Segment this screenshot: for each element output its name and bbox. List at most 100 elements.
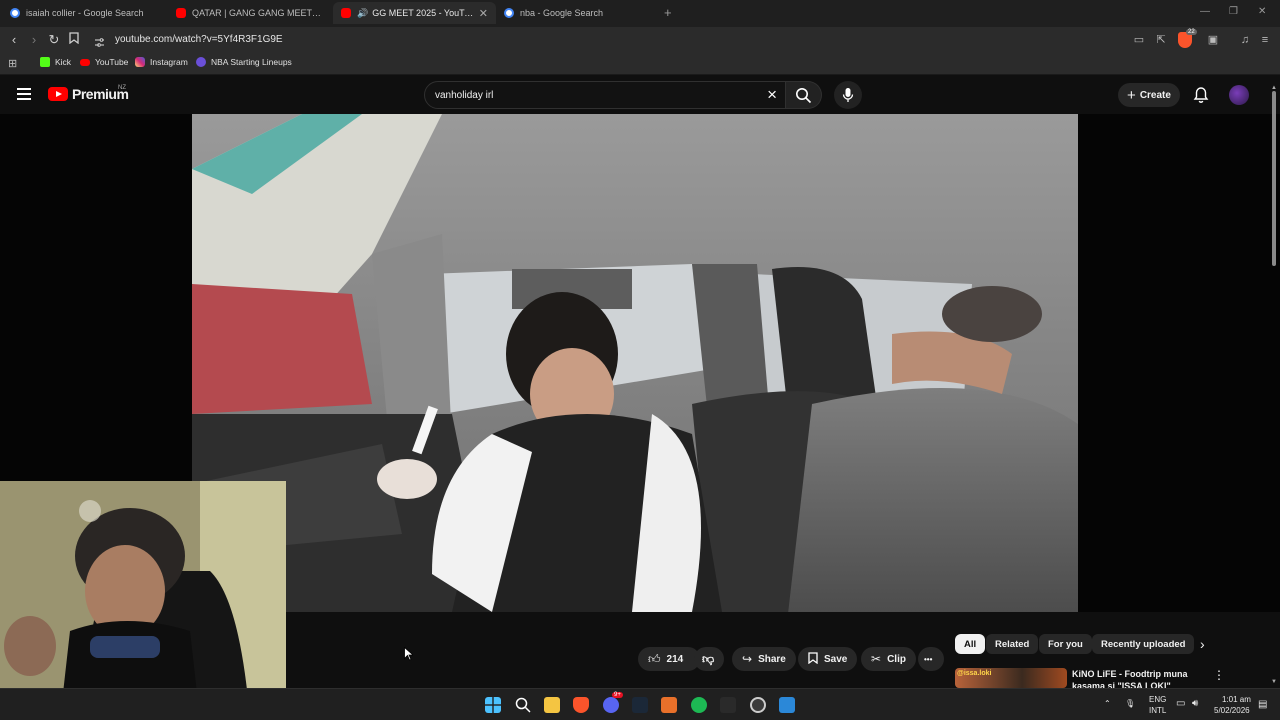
account-avatar[interactable]	[1229, 85, 1249, 105]
page-scrollbar[interactable]: ▲ ▼	[1270, 85, 1278, 687]
restore-icon[interactable]: ❐	[1229, 6, 1238, 17]
extension-badge: 22	[1186, 29, 1197, 35]
recommendation-menu-icon[interactable]: ⋮	[1213, 668, 1225, 682]
clock-time[interactable]: 1:01 am	[1222, 695, 1251, 704]
notification-center-icon[interactable]: ▤	[1258, 699, 1267, 710]
brave-shield-icon[interactable]: 22	[1178, 29, 1197, 48]
browser-menu-icon[interactable]: ≡	[1258, 33, 1272, 47]
search-icon	[796, 88, 812, 104]
video-frame-car-interior	[192, 114, 1078, 612]
create-button[interactable]: + Create	[1118, 83, 1180, 107]
bookmark-instagram[interactable]: Instagram	[135, 57, 188, 67]
app-icon[interactable]	[661, 697, 677, 713]
dislike-button[interactable]: 👎︎	[694, 647, 724, 671]
volume-icon[interactable]: 🔊︎	[1192, 698, 1198, 709]
share-page-icon[interactable]: ⇱	[1154, 33, 1168, 47]
bookmark-label: NBA Starting Lineups	[211, 57, 292, 67]
tab-google-search-isaiah[interactable]: isaiah collier - Google Search	[2, 2, 165, 24]
microphone-tray-icon[interactable]: 🎙︎	[1125, 699, 1135, 708]
bookmark-icon[interactable]	[66, 32, 82, 48]
instagram-icon	[135, 57, 145, 67]
youtube-header: Premium NZ vanholiday irl × + Create	[0, 76, 1280, 114]
url-field[interactable]: youtube.com/watch?v=5Yf4R3F1G9E	[115, 34, 283, 45]
sidebar-icon[interactable]: ▣	[1206, 33, 1220, 47]
windows-start-icon[interactable]	[485, 697, 501, 713]
chip-for-you[interactable]: For you	[1039, 634, 1092, 654]
reload-icon[interactable]: ↻	[46, 32, 62, 48]
youtube-play-icon	[48, 87, 68, 101]
language-bottom[interactable]: INTL	[1149, 706, 1166, 715]
media-icon[interactable]: ♫	[1238, 33, 1252, 47]
save-icon	[808, 651, 818, 667]
chip-recently-uploaded[interactable]: Recently uploaded	[1092, 634, 1195, 654]
obs-icon[interactable]	[750, 697, 766, 713]
scrollbar-thumb[interactable]	[1272, 91, 1276, 266]
youtube-icon	[341, 8, 351, 18]
share-icon: ↪	[742, 652, 753, 666]
thumbs-down-icon: 👎︎	[702, 651, 715, 666]
bookmark-nba[interactable]: NBA Starting Lineups	[196, 57, 292, 67]
discord-icon[interactable]: 9+	[603, 692, 623, 713]
minimize-icon[interactable]: —	[1200, 6, 1210, 17]
webcam-frame	[0, 481, 286, 720]
hamburger-menu-icon[interactable]	[17, 88, 31, 100]
youtube-premium-logo[interactable]: Premium NZ	[48, 85, 129, 102]
browser-tab-bar: isaiah collier - Google Search QATAR | G…	[0, 0, 1280, 27]
search-button[interactable]	[786, 81, 822, 109]
tab-label: GG MEET 2025 - YouTube	[372, 8, 475, 18]
steam-icon[interactable]	[632, 697, 648, 713]
thumbnail-caption: @issa.loki	[957, 670, 992, 677]
clear-search-icon[interactable]: ×	[767, 85, 777, 105]
video-player[interactable]	[192, 114, 1078, 612]
brave-browser-icon[interactable]	[573, 697, 589, 713]
apps-grid-icon[interactable]: ⊞	[8, 57, 17, 70]
notifications-bell-icon[interactable]	[1193, 86, 1209, 104]
like-button[interactable]: 👍︎ 214	[638, 647, 700, 671]
tab-label: isaiah collier - Google Search	[26, 8, 144, 18]
share-button[interactable]: ↪ Share	[732, 647, 796, 671]
app-icon[interactable]	[720, 697, 736, 713]
tab-google-search-nba[interactable]: nba - Google Search	[496, 2, 659, 24]
more-actions-button[interactable]: •••	[918, 647, 944, 671]
plus-icon: +	[1127, 86, 1136, 104]
close-window-icon[interactable]: ✕	[1258, 6, 1266, 17]
speaker-icon[interactable]: 🔊	[357, 8, 368, 19]
close-tab-icon[interactable]: ✕	[479, 7, 488, 20]
like-count: 214	[666, 653, 684, 665]
bookmark-youtube[interactable]: YouTube	[80, 57, 128, 67]
search-input[interactable]: vanholiday irl ×	[424, 81, 786, 109]
notepad-icon[interactable]	[779, 697, 795, 713]
chips-next-chevron-icon[interactable]: ›	[1200, 636, 1205, 652]
file-explorer-icon[interactable]	[544, 697, 560, 713]
recommendation-thumbnail[interactable]: @issa.loki	[955, 668, 1067, 688]
bookmark-label: Kick	[55, 57, 72, 67]
chip-all[interactable]: All	[955, 634, 986, 654]
share-label: Share	[758, 653, 786, 665]
bookmark-kick[interactable]: Kick	[40, 57, 71, 67]
country-code: NZ	[118, 85, 126, 91]
microphone-icon	[842, 88, 854, 102]
language-top[interactable]: ENG	[1149, 695, 1166, 704]
tray-overflow-icon[interactable]: ⌃	[1104, 699, 1111, 708]
youtube-icon	[176, 8, 186, 18]
forward-icon[interactable]: ›	[26, 32, 42, 48]
network-icon[interactable]: ▭	[1176, 698, 1185, 709]
save-button[interactable]: Save	[798, 647, 858, 671]
cast-icon[interactable]: ▭	[1132, 33, 1146, 47]
site-info-icon[interactable]	[94, 35, 105, 53]
nba-icon	[196, 57, 206, 67]
address-bar-row: ‹ › ↻ youtube.com/watch?v=5Yf4R3F1G9E ▭ …	[0, 27, 1280, 53]
voice-search-button[interactable]	[834, 81, 862, 109]
clock-date[interactable]: 5/02/2026	[1214, 706, 1250, 715]
tab-youtube-gg-meet[interactable]: 🔊 GG MEET 2025 - YouTube ✕	[333, 2, 496, 24]
spotify-icon[interactable]	[691, 697, 707, 713]
new-tab-button[interactable]: +	[664, 5, 672, 20]
scroll-down-icon[interactable]: ▼	[1271, 679, 1277, 685]
youtube-icon	[80, 58, 90, 66]
clip-button[interactable]: ✂ Clip	[861, 647, 916, 671]
clip-label: Clip	[887, 653, 906, 665]
chip-related[interactable]: Related	[986, 634, 1039, 654]
taskbar-search-icon[interactable]	[515, 697, 531, 713]
tab-youtube-qatar[interactable]: QATAR | GANG GANG MEET 2026 - Y	[168, 2, 331, 24]
back-icon[interactable]: ‹	[6, 32, 22, 48]
